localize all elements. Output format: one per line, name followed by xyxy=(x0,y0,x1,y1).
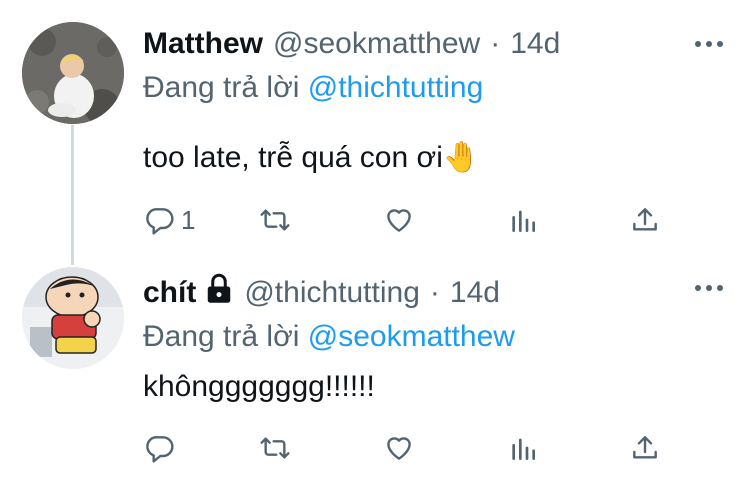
timestamp[interactable]: 14d xyxy=(450,273,500,313)
more-icon[interactable] xyxy=(694,282,724,294)
reply-icon xyxy=(146,208,174,235)
author-name[interactable]: Matthew xyxy=(143,24,263,64)
more-icon[interactable] xyxy=(694,38,724,50)
like-button[interactable] xyxy=(383,200,421,240)
reply-button[interactable] xyxy=(143,428,181,468)
separator-dot: · xyxy=(490,27,501,60)
replying-to-mention[interactable]: @seokmatthew xyxy=(308,320,515,353)
reply-button[interactable]: 1 xyxy=(143,200,195,240)
thread-connector-line xyxy=(71,125,74,265)
tweet-actions xyxy=(143,428,730,468)
tweet-actions: 1 xyxy=(143,200,730,240)
tweet[interactable]: Matthew @seokmatthew · 14d Đang trả lời … xyxy=(143,24,730,235)
author-handle[interactable]: @thichtutting xyxy=(244,273,420,313)
author-name[interactable]: chít xyxy=(143,273,196,313)
retweet-icon xyxy=(260,437,290,459)
tweet-header: chít @thichtutting · 14d xyxy=(143,268,730,313)
share-button[interactable] xyxy=(629,200,661,240)
replying-to-label: Đang trả lời xyxy=(143,71,300,104)
views-button[interactable] xyxy=(507,428,539,468)
replying-to: Đang trả lời @thichtutting xyxy=(143,68,730,108)
timestamp[interactable]: 14d xyxy=(510,24,560,64)
tweet[interactable]: chít @thichtutting · 14d Đang trả lời @s… xyxy=(143,268,730,463)
share-icon xyxy=(633,436,657,459)
views-button[interactable] xyxy=(507,200,539,240)
replying-to-label: Đang trả lời xyxy=(143,320,300,353)
reply-icon xyxy=(146,436,174,463)
replying-to-mention[interactable]: @thichtutting xyxy=(308,71,484,104)
avatar[interactable] xyxy=(22,22,124,124)
share-button[interactable] xyxy=(629,428,661,468)
separator-dot: · xyxy=(429,276,440,309)
tweet-text: khônggggggg!!!!!! xyxy=(143,370,375,403)
author-handle[interactable]: @seokmatthew xyxy=(273,24,480,64)
lock-icon xyxy=(208,273,231,303)
retweet-button[interactable] xyxy=(259,428,297,468)
avatar-photo-matthew xyxy=(22,22,124,124)
like-icon xyxy=(387,437,411,460)
retweet-icon xyxy=(260,209,290,231)
views-icon xyxy=(512,210,535,232)
views-icon xyxy=(512,438,535,460)
reply-count: 1 xyxy=(181,204,196,235)
like-icon xyxy=(387,209,411,232)
like-button[interactable] xyxy=(383,428,421,468)
tweet-header: Matthew @seokmatthew · 14d xyxy=(143,24,730,64)
tweet-text: too late, trễ quá con ơi🤚 xyxy=(143,141,481,174)
avatar-cartoon-chit xyxy=(22,267,124,369)
replying-to: Đang trả lời @seokmatthew xyxy=(143,317,730,357)
retweet-button[interactable] xyxy=(259,200,297,240)
avatar[interactable] xyxy=(22,267,124,369)
share-icon xyxy=(633,208,657,231)
